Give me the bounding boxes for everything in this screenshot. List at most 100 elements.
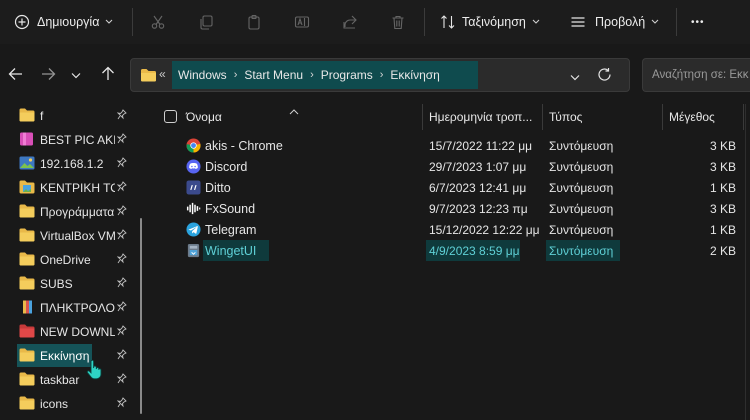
sidebar-item[interactable]: OneDrive [0, 248, 136, 271]
forward-button[interactable] [35, 60, 61, 90]
file-row-selected[interactable]: WingetUI 4/9/2023 8:59 μμ Συντόμευση 2 K… [150, 240, 750, 261]
column-header-name[interactable]: Όνομα [186, 104, 222, 130]
sidebar-item-label: taskbar [40, 373, 80, 387]
pin-icon [116, 229, 127, 243]
more-options-button[interactable]: ••• [691, 0, 705, 44]
file-list: Όνομα Ημερομηνία τροπ... Τύπος Μέγεθος a… [150, 104, 750, 420]
column-resize-handle[interactable] [422, 104, 423, 130]
breadcrumb-chevron-icon[interactable]: › [380, 69, 384, 81]
breadcrumb-item[interactable]: Εκκίνηση [390, 68, 439, 82]
folder-icon [19, 396, 35, 410]
search-input[interactable]: Αναζήτηση σε: Εκκ [652, 69, 749, 81]
file-size: 3 KB [709, 202, 736, 216]
file-name: WingetUI [205, 244, 257, 258]
delete-button[interactable] [390, 0, 406, 44]
up-button[interactable] [95, 60, 121, 90]
sort-icon [440, 14, 456, 30]
sidebar-item[interactable]: Προγράμματα [0, 200, 136, 223]
column-header-size[interactable]: Μέγεθος [669, 104, 715, 130]
sidebar-item[interactable]: f [0, 104, 136, 127]
sidebar-item-label: BEST PIC AKIS [40, 133, 115, 147]
sidebar-item[interactable]: 192.168.1.2 [0, 152, 136, 175]
file-size: 1 KB [709, 223, 736, 237]
column-header-date[interactable]: Ημερομηνία τροπ... [429, 104, 532, 130]
folder-icon [19, 276, 35, 290]
sidebar-item[interactable]: ΠΛΗΚΤΡΟΛΟΓ [0, 296, 136, 319]
file-row[interactable]: Discord 29/7/2023 1:07 μμ Συντόμευση 3 K… [150, 156, 750, 177]
sidebar-scrollbar[interactable] [140, 218, 142, 414]
clipboard-icon [246, 14, 262, 30]
image-folder-icon [19, 180, 35, 194]
recent-locations-button[interactable] [63, 60, 89, 90]
rename-button[interactable] [294, 0, 310, 44]
pink-folder-icon [19, 132, 35, 146]
sidebar-item[interactable]: BEST PIC AKIS [0, 128, 136, 151]
new-button[interactable]: Δημιουργία [14, 0, 113, 44]
cut-button[interactable] [150, 0, 166, 44]
search-box[interactable]: Αναζήτηση σε: Εκκ [642, 58, 750, 92]
breadcrumb-overflow-button[interactable]: « [159, 67, 166, 81]
ditto-icon [186, 180, 201, 195]
share-button[interactable] [342, 0, 358, 44]
breadcrumb-item[interactable]: Programs [321, 68, 373, 82]
sidebar-item[interactable]: taskbar [0, 368, 136, 391]
sort-button-label: Ταξινόμηση [462, 15, 526, 29]
file-date: 15/12/2022 12:22 μμ [429, 223, 540, 237]
file-date: 15/7/2022 11:22 μμ [429, 139, 533, 153]
breadcrumb-chevron-icon[interactable]: › [310, 69, 314, 81]
arrow-right-icon [41, 67, 56, 84]
toolbar-divider [132, 8, 133, 36]
arrow-left-icon [8, 67, 23, 84]
folder-icon [19, 228, 35, 242]
chevron-down-icon [651, 19, 659, 25]
copy-button[interactable] [198, 0, 214, 44]
chevron-down-icon [532, 19, 540, 25]
sidebar-item[interactable]: ΚΕΝΤΡΙΚΗ ΤΟΙ [0, 176, 136, 199]
address-history-dropdown[interactable] [570, 70, 580, 84]
file-date: 6/7/2023 12:41 μμ [429, 181, 527, 195]
sidebar-item-label: OneDrive [40, 253, 91, 267]
sidebar-item[interactable]: SUBS [0, 272, 136, 295]
paste-button[interactable] [246, 0, 262, 44]
sidebar-item[interactable]: icons [0, 392, 136, 415]
pin-icon [116, 205, 127, 219]
breadcrumb-chevron-icon[interactable]: › [234, 69, 238, 81]
red-folder-icon [19, 324, 35, 338]
column-resize-handle[interactable] [542, 104, 543, 130]
breadcrumb-item[interactable]: Windows [178, 68, 227, 82]
pin-icon [116, 325, 127, 339]
sidebar-item[interactable]: VirtualBox VM [0, 224, 136, 247]
pin-icon [116, 157, 127, 171]
plus-circle-icon [14, 14, 30, 30]
file-row[interactable]: akis - Chrome 15/7/2022 11:22 μμ Συντόμε… [150, 135, 750, 156]
folder-icon [140, 68, 157, 85]
file-date: 4/9/2023 8:59 μμ [429, 244, 520, 258]
file-list-edge [745, 104, 746, 420]
file-type: Συντόμευση [549, 160, 614, 174]
refresh-button[interactable] [597, 67, 612, 85]
breadcrumb-item[interactable]: Start Menu [244, 68, 303, 82]
sidebar-item-label: f [40, 109, 44, 123]
back-button[interactable] [2, 60, 28, 90]
sidebar-item-selected[interactable]: Εκκίνηση [0, 344, 136, 367]
column-resize-handle[interactable] [743, 104, 744, 130]
column-header-type[interactable]: Τύπος [549, 104, 582, 130]
file-row[interactable]: FxSound 9/7/2023 12:23 πμ Συντόμευση 3 K… [150, 198, 750, 219]
column-resize-handle[interactable] [662, 104, 663, 130]
file-row[interactable]: Telegram 15/12/2022 12:22 μμ Συντόμευση … [150, 219, 750, 240]
file-name: FxSound [205, 202, 256, 216]
command-bar: Δημιουργία Ταξινόμηση Προβολή ••• [0, 0, 750, 44]
address-bar[interactable]: « Windows › Start Menu › Programs › Εκκί… [130, 58, 630, 92]
sidebar-item[interactable]: NEW DOWNLC [0, 320, 136, 343]
file-row[interactable]: Ditto 6/7/2023 12:41 μμ Συντόμευση 1 KB [150, 177, 750, 198]
file-name: Telegram [205, 223, 257, 237]
pin-icon [116, 349, 127, 363]
discord-icon [186, 159, 201, 174]
navigation-pane: f BEST PIC AKIS 192.168.1.2 ΚΕΝΤΡΙΚΗ ΤΟΙ… [0, 104, 150, 420]
rename-icon [294, 14, 310, 30]
column-header-label: Ημερομηνία τροπ... [429, 110, 533, 124]
select-all-checkbox[interactable] [164, 110, 177, 123]
view-button[interactable]: Προβολή [570, 0, 659, 44]
multicolor-folder-icon [19, 300, 35, 314]
sort-button[interactable]: Ταξινόμηση [440, 0, 540, 44]
